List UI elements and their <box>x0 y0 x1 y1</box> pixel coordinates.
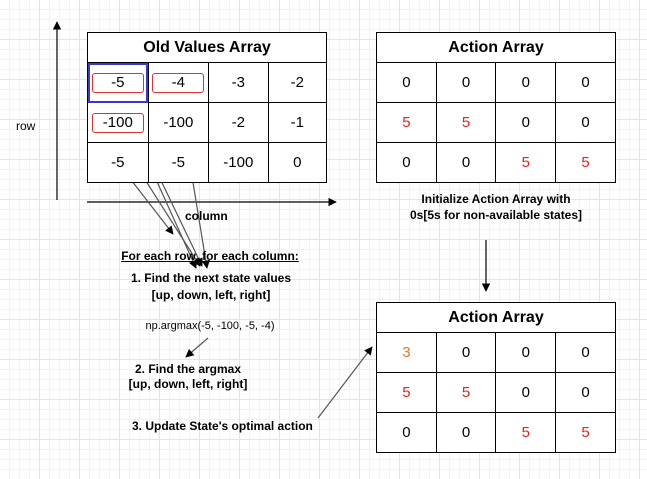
action-cell: 0 <box>376 142 437 183</box>
action-cell: 5 <box>555 142 616 183</box>
step2-line2: [up, down, left, right] <box>128 377 248 391</box>
action-cell: 0 <box>495 372 557 413</box>
step1-line1: 1. Find the next state values <box>130 271 292 285</box>
action-initial-table: Action Array 0 0 0 0 5 5 0 0 0 0 5 5 <box>376 32 616 183</box>
action-updated-title: Action Array <box>376 302 616 333</box>
action-cell: 0 <box>555 332 616 373</box>
init-note-line2: 0s[5s for non-available states] <box>409 208 583 222</box>
action-cell: 0 <box>435 412 497 453</box>
column-axis-label: column <box>185 209 228 223</box>
highlight-box: -5 <box>91 72 144 93</box>
action-cell: 0 <box>555 62 616 103</box>
action-cell: 5 <box>555 412 616 453</box>
action-cell: 5 <box>495 412 557 453</box>
action-initial-title: Action Array <box>376 32 616 63</box>
action-cell: 0 <box>435 142 497 183</box>
old-cell: -4 <box>147 62 210 103</box>
action-cell: 0 <box>555 102 616 143</box>
old-cell: -100 <box>147 102 210 143</box>
action-cell: 0 <box>376 412 437 453</box>
for-each-label: For each row, for each column: <box>121 249 299 263</box>
step3-label: 3. Update State's optimal action <box>132 419 313 433</box>
update-arrow <box>317 346 373 419</box>
old-cell: -3 <box>208 62 269 103</box>
action-updated-table: Action Array 3 0 0 0 5 5 0 0 0 0 5 5 <box>376 302 616 453</box>
action-cell: 5 <box>376 372 437 413</box>
action-cell: 5 <box>435 102 497 143</box>
action-cell: 0 <box>435 62 497 103</box>
old-cell: -2 <box>267 62 327 103</box>
old-cell: -1 <box>267 102 327 143</box>
old-values-table: Old Values Array -5 -4 -3 -2 -100 -100 -… <box>87 32 327 183</box>
action-cell: 0 <box>495 62 557 103</box>
step1-line2: [up, down, left, right] <box>151 288 271 302</box>
action-cell: 0 <box>376 62 437 103</box>
old-values-title: Old Values Array <box>87 32 327 63</box>
row-axis-label: row <box>16 119 36 133</box>
old-cell: -5 <box>147 142 210 183</box>
highlight-box: -4 <box>152 72 205 93</box>
action-cell: 5 <box>435 372 497 413</box>
action-cell: 0 <box>435 332 497 373</box>
argmax-arrow <box>185 337 209 358</box>
old-cell: -100 <box>208 142 269 183</box>
old-cell: -5 <box>87 62 149 103</box>
action-cell: 0 <box>495 332 557 373</box>
argmax-call: np.argmax(-5, -100, -5, -4) <box>145 320 275 332</box>
old-cell: -100 <box>87 102 149 143</box>
old-cell: -5 <box>87 142 149 183</box>
old-cell: -2 <box>208 102 269 143</box>
init-note-line1: Initialize Action Array with <box>421 192 571 206</box>
action-cell: 0 <box>495 102 557 143</box>
action-cell: 5 <box>376 102 437 143</box>
step2-line1: 2. Find the argmax <box>134 362 242 376</box>
action-cell-updated: 3 <box>376 332 437 373</box>
action-cell: 5 <box>495 142 557 183</box>
action-cell: 0 <box>555 372 616 413</box>
old-cell: 0 <box>267 142 327 183</box>
highlight-box: -100 <box>91 112 144 133</box>
